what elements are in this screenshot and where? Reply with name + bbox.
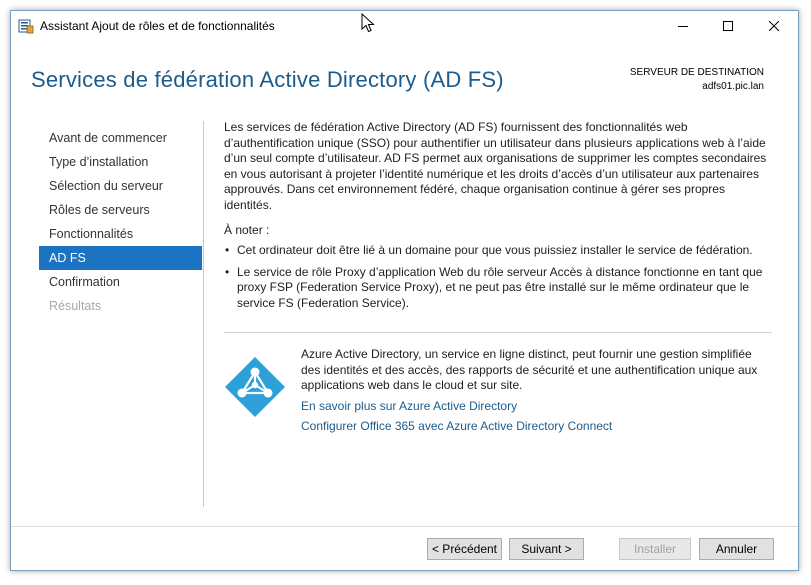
maximize-button[interactable] <box>705 11 751 41</box>
azure-info: Azure Active Directory, un service en li… <box>301 347 771 434</box>
maximize-icon <box>723 21 733 31</box>
page-title: Services de fédération Active Directory … <box>31 67 504 92</box>
note-list: • Cet ordinateur doit être lié à un doma… <box>224 243 772 311</box>
note-heading: À noter : <box>224 223 270 237</box>
azure-ad-icon <box>223 355 287 419</box>
nav-item-server-selection[interactable]: Sélection du serveur <box>39 174 202 198</box>
nav-item-ad-fs[interactable]: AD FS <box>39 246 202 270</box>
configure-office365-link[interactable]: Configurer Office 365 avec Azure Active … <box>301 418 771 434</box>
previous-button[interactable]: < Précédent <box>427 538 502 560</box>
mouse-cursor-icon <box>361 12 375 33</box>
nav-item-server-roles[interactable]: Rôles de serveurs <box>39 198 202 222</box>
window-title: Assistant Ajout de rôles et de fonctionn… <box>40 19 275 33</box>
bullet-glyph: • <box>225 243 230 257</box>
destination-server-label: SERVEUR DE DESTINATION <box>629 67 764 78</box>
minimize-icon <box>678 21 688 31</box>
bullet-text: Cet ordinateur doit être lié à un domain… <box>237 243 753 257</box>
wizard-window: Assistant Ajout de rôles et de fonctionn… <box>10 10 799 571</box>
nav-item-confirmation[interactable]: Confirmation <box>39 270 202 294</box>
content-divider <box>224 332 772 333</box>
footer-divider <box>11 526 798 527</box>
title-bar[interactable]: Assistant Ajout de rôles et de fonctionn… <box>11 11 798 41</box>
nav-item-before-you-begin[interactable]: Avant de commencer <box>39 126 202 150</box>
destination-server-name: adfs01.pic.lan <box>702 81 764 92</box>
nav-item-results: Résultats <box>49 299 102 313</box>
nav-item-installation-type[interactable]: Type d’installation <box>39 150 202 174</box>
list-item: • Le service de rôle Proxy d’application… <box>224 265 772 312</box>
list-item: • Cet ordinateur doit être lié à un doma… <box>224 243 772 259</box>
azure-learn-more-link[interactable]: En savoir plus sur Azure Active Director… <box>301 398 771 414</box>
nav-divider <box>203 121 204 507</box>
wizard-navigation: Avant de commencer Type d’installation S… <box>39 126 202 318</box>
close-icon <box>769 21 779 31</box>
nav-item-features[interactable]: Fonctionnalités <box>39 222 202 246</box>
next-button[interactable]: Suivant > <box>509 538 584 560</box>
cancel-button[interactable]: Annuler <box>699 538 774 560</box>
minimize-button[interactable] <box>660 11 706 41</box>
azure-description: Azure Active Directory, un service en li… <box>301 347 758 392</box>
bullet-glyph: • <box>225 264 230 279</box>
bullet-text: Le service de rôle Proxy d’application W… <box>237 264 763 310</box>
main-content: Les services de fédération Active Direct… <box>224 120 772 317</box>
adfs-description: Les services de fédération Active Direct… <box>224 120 767 212</box>
server-manager-icon <box>18 18 34 34</box>
install-button: Installer <box>619 538 691 560</box>
close-button[interactable] <box>751 11 797 41</box>
